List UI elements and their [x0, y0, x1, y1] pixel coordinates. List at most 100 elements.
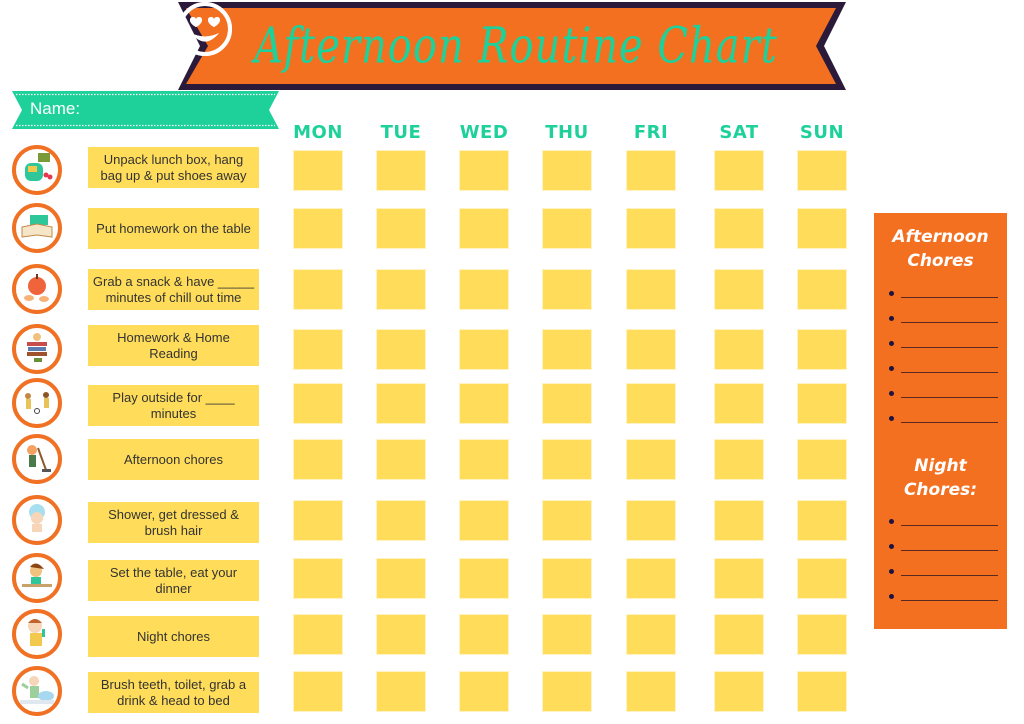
checkbox-mon-task-5[interactable] [293, 383, 343, 424]
checkbox-thu-task-9[interactable] [542, 614, 592, 655]
checkbox-sat-task-2[interactable] [714, 208, 764, 249]
checkbox-fri-task-4[interactable] [626, 329, 676, 370]
checkbox-sat-task-4[interactable] [714, 329, 764, 370]
checkbox-sun-task-9[interactable] [797, 614, 847, 655]
checkbox-wed-task-4[interactable] [459, 329, 509, 370]
checkbox-sun-task-7[interactable] [797, 500, 847, 541]
checkbox-sun-task-2[interactable] [797, 208, 847, 249]
checkbox-mon-task-7[interactable] [293, 500, 343, 541]
checkbox-sun-task-4[interactable] [797, 329, 847, 370]
task-label: Afternoon chores [88, 439, 259, 480]
dinner-icon [12, 553, 62, 603]
night-chores-heading: Night Chores: [874, 454, 1007, 502]
checkbox-fri-task-9[interactable] [626, 614, 676, 655]
checkbox-sat-task-3[interactable] [714, 269, 764, 310]
afternoon-chore-blank-4[interactable] [889, 364, 999, 376]
checkbox-tue-task-2[interactable] [376, 208, 426, 249]
checkbox-sun-task-6[interactable] [797, 439, 847, 480]
checkbox-thu-task-10[interactable] [542, 671, 592, 712]
checkbox-wed-task-10[interactable] [459, 671, 509, 712]
checkbox-tue-task-9[interactable] [376, 614, 426, 655]
night-chore-blank-1[interactable] [889, 517, 999, 529]
checkbox-sat-task-1[interactable] [714, 150, 764, 191]
checkbox-sun-task-5[interactable] [797, 383, 847, 424]
night-chore-blank-3[interactable] [889, 567, 999, 579]
day-header-fri: FRI [633, 122, 669, 143]
checkbox-tue-task-7[interactable] [376, 500, 426, 541]
checkbox-fri-task-7[interactable] [626, 500, 676, 541]
checkbox-wed-task-1[interactable] [459, 150, 509, 191]
write-in-line [901, 600, 998, 601]
checkbox-tue-task-6[interactable] [376, 439, 426, 480]
checkbox-sat-task-8[interactable] [714, 558, 764, 599]
checkbox-wed-task-2[interactable] [459, 208, 509, 249]
checkbox-mon-task-2[interactable] [293, 208, 343, 249]
title-ribbon: Afternoon Routine Chart [176, 0, 848, 92]
afternoon-chore-blank-6[interactable] [889, 414, 999, 426]
checkbox-fri-task-6[interactable] [626, 439, 676, 480]
checkbox-fri-task-10[interactable] [626, 671, 676, 712]
day-header-tue: TUE [380, 122, 422, 143]
checkbox-sun-task-10[interactable] [797, 671, 847, 712]
night-chore-blank-2[interactable] [889, 542, 999, 554]
checkbox-sat-task-7[interactable] [714, 500, 764, 541]
checkbox-thu-task-8[interactable] [542, 558, 592, 599]
afternoon-chore-blank-5[interactable] [889, 389, 999, 401]
checkbox-sat-task-6[interactable] [714, 439, 764, 480]
checkbox-fri-task-2[interactable] [626, 208, 676, 249]
checkbox-thu-task-7[interactable] [542, 500, 592, 541]
checkbox-thu-task-5[interactable] [542, 383, 592, 424]
checkbox-tue-task-3[interactable] [376, 269, 426, 310]
write-in-line [901, 297, 998, 298]
write-in-line [901, 422, 998, 423]
checkbox-mon-task-9[interactable] [293, 614, 343, 655]
kids-playing-icon [12, 378, 62, 428]
heart-eyes-smiley-icon [178, 2, 232, 56]
name-banner[interactable]: Name: [12, 91, 279, 129]
checkbox-mon-task-3[interactable] [293, 269, 343, 310]
checkbox-wed-task-9[interactable] [459, 614, 509, 655]
checkbox-wed-task-5[interactable] [459, 383, 509, 424]
day-header-sun: SUN [799, 122, 845, 143]
checkbox-mon-task-10[interactable] [293, 671, 343, 712]
checkbox-thu-task-6[interactable] [542, 439, 592, 480]
checkbox-mon-task-1[interactable] [293, 150, 343, 191]
checkbox-sat-task-9[interactable] [714, 614, 764, 655]
night-chore-blank-4[interactable] [889, 592, 999, 604]
checkbox-wed-task-6[interactable] [459, 439, 509, 480]
bullet-icon [889, 569, 894, 574]
checkbox-thu-task-2[interactable] [542, 208, 592, 249]
checkbox-wed-task-7[interactable] [459, 500, 509, 541]
checkbox-tue-task-1[interactable] [376, 150, 426, 191]
checkbox-thu-task-3[interactable] [542, 269, 592, 310]
checkbox-fri-task-8[interactable] [626, 558, 676, 599]
checkbox-mon-task-8[interactable] [293, 558, 343, 599]
afternoon-chore-blank-2[interactable] [889, 314, 999, 326]
checkbox-sun-task-8[interactable] [797, 558, 847, 599]
checkbox-fri-task-3[interactable] [626, 269, 676, 310]
checkbox-sat-task-10[interactable] [714, 671, 764, 712]
checkbox-wed-task-3[interactable] [459, 269, 509, 310]
night-chores-heading-line2: Chores: [903, 480, 978, 500]
afternoon-chore-blank-3[interactable] [889, 339, 999, 351]
apple-icon [12, 264, 62, 314]
task-label: Set the table, eat your dinner [88, 560, 259, 601]
checkbox-fri-task-1[interactable] [626, 150, 676, 191]
checkbox-wed-task-8[interactable] [459, 558, 509, 599]
task-label: Brush teeth, toilet, grab a drink & head… [88, 672, 259, 713]
bullet-icon [889, 416, 894, 421]
checkbox-tue-task-8[interactable] [376, 558, 426, 599]
checkbox-thu-task-4[interactable] [542, 329, 592, 370]
checkbox-mon-task-6[interactable] [293, 439, 343, 480]
checkbox-fri-task-5[interactable] [626, 383, 676, 424]
checkbox-mon-task-4[interactable] [293, 329, 343, 370]
checkbox-sat-task-5[interactable] [714, 383, 764, 424]
checkbox-sun-task-3[interactable] [797, 269, 847, 310]
checkbox-tue-task-10[interactable] [376, 671, 426, 712]
checkbox-tue-task-4[interactable] [376, 329, 426, 370]
checkbox-tue-task-5[interactable] [376, 383, 426, 424]
checkbox-sun-task-1[interactable] [797, 150, 847, 191]
afternoon-chore-blank-1[interactable] [889, 289, 999, 301]
checkbox-thu-task-1[interactable] [542, 150, 592, 191]
write-in-line [901, 575, 998, 576]
